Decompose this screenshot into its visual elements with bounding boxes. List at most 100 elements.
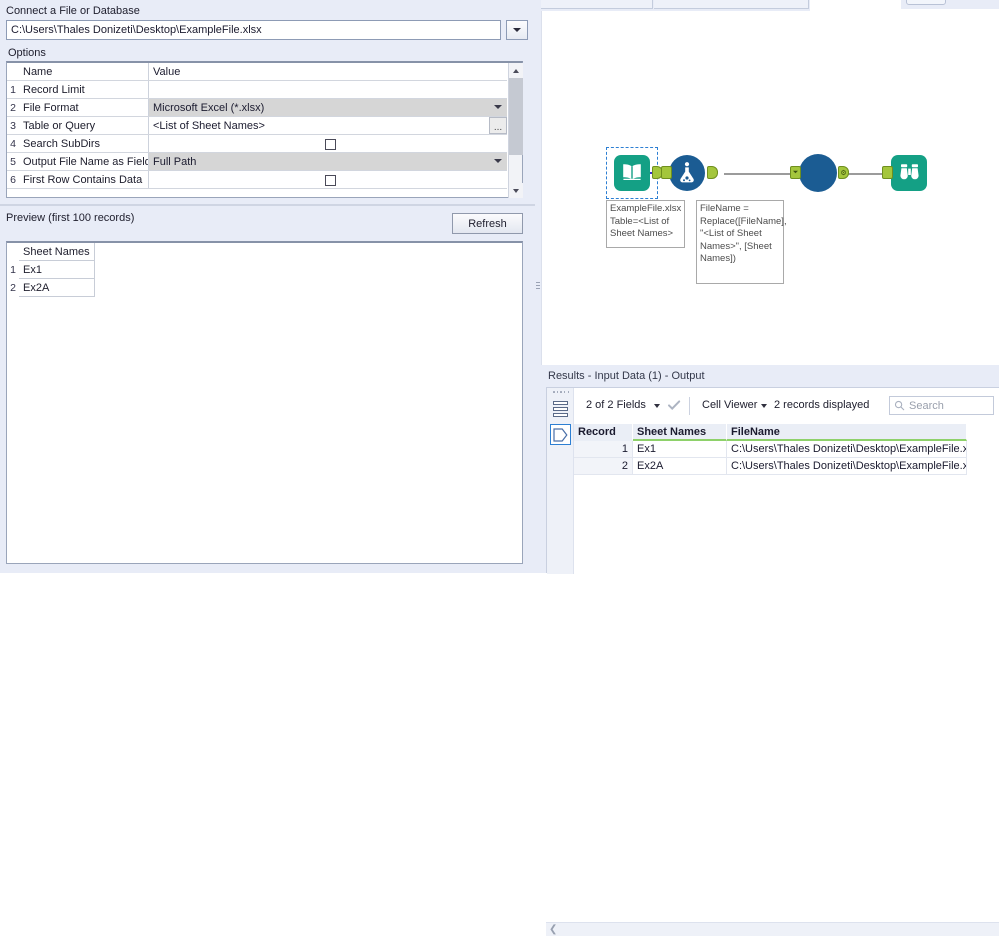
scroll-up-button[interactable] [509, 63, 523, 78]
row-value[interactable] [149, 81, 507, 98]
annotation-input-data: ExampleFile.xlsx Table=<List of Sheet Na… [606, 200, 685, 248]
options-row-first-row-contains-data[interactable]: 6 First Row Contains Data [7, 171, 507, 189]
options-label: Options [8, 47, 46, 59]
check-icon[interactable] [667, 398, 681, 412]
table-row[interactable]: 1 Ex1 C:\Users\Thales Donizeti\Desktop\E… [574, 441, 999, 458]
results-horizontal-scrollbar[interactable]: ❮ [546, 922, 999, 936]
toolbar-partial [901, 0, 999, 9]
chevron-down-icon[interactable] [654, 404, 660, 408]
scrollbar-thumb[interactable] [509, 78, 523, 155]
results-table: Record Sheet Names FileName 1 Ex1 C:\Use… [574, 424, 999, 574]
file-path-dropdown-button[interactable] [506, 20, 528, 40]
file-format-select[interactable]: Microsoft Excel (*.xlsx) [149, 99, 507, 116]
cell-filename: C:\Users\Thales Donizeti\Desktop\Example… [727, 458, 967, 475]
results-panel: Results - Input Data (1) - Output 2 of 2… [541, 365, 999, 936]
results-body: 2 of 2 Fields Cell Viewer 2 records disp… [546, 387, 999, 574]
column-header-record[interactable]: Record [574, 424, 633, 441]
row-number: 5 [7, 153, 19, 170]
results-header-row: Record Sheet Names FileName [574, 424, 999, 441]
row-value-cell [149, 171, 507, 188]
chevron-left-icon[interactable]: ❮ [549, 925, 557, 935]
chevron-up-icon [513, 68, 519, 73]
row-number: 4 [7, 135, 19, 152]
browse-ellipsis-button[interactable]: ... [489, 117, 507, 134]
output-anchor[interactable]: ⚙ [838, 166, 849, 179]
connection-formula-to-tool[interactable] [724, 173, 799, 175]
file-path-row [6, 20, 528, 40]
alteryx-window: Connect a File or Database Options Name … [0, 0, 999, 936]
row-number: 6 [7, 171, 19, 188]
cell-sheet-names: Ex1 [633, 441, 727, 458]
options-grid-rows: Name Value 1 Record Limit 2 File Format … [7, 63, 507, 189]
column-header-filename[interactable]: FileName [727, 424, 967, 441]
tag-pentagon-icon[interactable] [550, 424, 571, 445]
row-number: 1 [7, 81, 19, 98]
panel-divider [0, 204, 535, 206]
table-or-query-cell[interactable]: <List of Sheet Names> ... [149, 117, 507, 134]
node-formula[interactable] [661, 155, 718, 191]
output-anchor[interactable] [707, 166, 718, 179]
tab-partial-right[interactable] [654, 0, 809, 9]
input-anchor[interactable] [661, 166, 672, 179]
row-name: File Format [19, 99, 149, 116]
binoculars-icon [891, 155, 927, 191]
row-value-cell [149, 135, 507, 152]
toolbar-divider [689, 397, 690, 415]
row-name: Table or Query [19, 117, 149, 134]
cell-filename: C:\Users\Thales Donizeti\Desktop\Example… [727, 441, 967, 458]
toolbar-pill[interactable] [906, 0, 946, 5]
preview-table: Sheet Names 1 Ex1 2 Ex2A [6, 241, 523, 564]
cell-viewer-label[interactable]: Cell Viewer [702, 399, 757, 411]
connect-label: Connect a File or Database [6, 5, 140, 17]
row-number: 2 [7, 99, 19, 116]
configuration-panel: Connect a File or Database Options Name … [0, 0, 535, 573]
chevron-down-icon [513, 188, 519, 193]
input-anchor[interactable]: ⏷ [790, 166, 801, 179]
column-header-sheet-names[interactable]: Sheet Names [633, 424, 727, 441]
options-row-file-format[interactable]: 2 File Format Microsoft Excel (*.xlsx) [7, 99, 507, 117]
node-tool-circle[interactable]: ⏷ ⚙ [790, 154, 849, 192]
results-sidebar [547, 388, 574, 574]
results-toolbar: 2 of 2 Fields Cell Viewer 2 records disp… [574, 388, 999, 424]
options-grid-header: Name Value [7, 63, 507, 81]
annotation-formula: FileName = Replace([FileName], "<List of… [696, 200, 787, 284]
options-grid-scrollbar[interactable] [508, 63, 523, 198]
search-input[interactable]: Search [889, 396, 994, 415]
node-browse[interactable] [882, 155, 927, 191]
chevron-down-icon[interactable] [761, 404, 767, 408]
options-row-record-limit[interactable]: 1 Record Limit [7, 81, 507, 99]
node-input-data[interactable] [606, 147, 663, 199]
preview-cell-sheet-name: Ex2A [19, 279, 95, 297]
splitter-grip [536, 282, 540, 291]
preview-row[interactable]: 2 Ex2A [7, 279, 522, 297]
selection-outline [606, 147, 658, 199]
row-name: First Row Contains Data [19, 171, 149, 188]
table-row[interactable]: 2 Ex2A C:\Users\Thales Donizeti\Desktop\… [574, 458, 999, 475]
refresh-button[interactable]: Refresh [452, 213, 523, 234]
cell-record: 1 [574, 441, 633, 458]
preview-cell-sheet-name: Ex1 [19, 261, 95, 279]
first-row-contains-data-checkbox[interactable] [324, 174, 336, 186]
options-row-table-or-query[interactable]: 3 Table or Query <List of Sheet Names> .… [7, 117, 507, 135]
options-row-output-file-name[interactable]: 5 Output File Name as Field Full Path [7, 153, 507, 171]
input-anchor[interactable] [882, 166, 893, 179]
options-grid: Name Value 1 Record Limit 2 File Format … [6, 61, 523, 198]
search-placeholder: Search [909, 399, 944, 412]
options-row-search-subdirs[interactable]: 4 Search SubDirs [7, 135, 507, 153]
cell-sheet-names: Ex2A [633, 458, 727, 475]
tab-partial-left[interactable] [541, 0, 653, 9]
scroll-down-button[interactable] [509, 183, 523, 198]
chevron-down-icon [494, 159, 502, 163]
file-path-input[interactable] [6, 20, 501, 40]
search-subdirs-checkbox[interactable] [324, 138, 336, 150]
workflow-canvas[interactable]: ⏷ ⚙ ExampleFile.xlsx Table=<List of Shee… [541, 11, 999, 365]
preview-header-sheet-names: Sheet Names [19, 243, 95, 261]
row-number: 1 [10, 264, 16, 276]
fields-count-label[interactable]: 2 of 2 Fields [586, 399, 646, 411]
data-rows-icon[interactable] [552, 399, 569, 419]
preview-header-row: Sheet Names [7, 243, 522, 261]
output-file-name-select[interactable]: Full Path [149, 153, 507, 170]
workspace: ⏷ ⚙ ExampleFile.xlsx Table=<List of Shee… [541, 0, 999, 936]
row-name: Output File Name as Field [19, 153, 149, 170]
preview-row[interactable]: 1 Ex1 [7, 261, 522, 279]
